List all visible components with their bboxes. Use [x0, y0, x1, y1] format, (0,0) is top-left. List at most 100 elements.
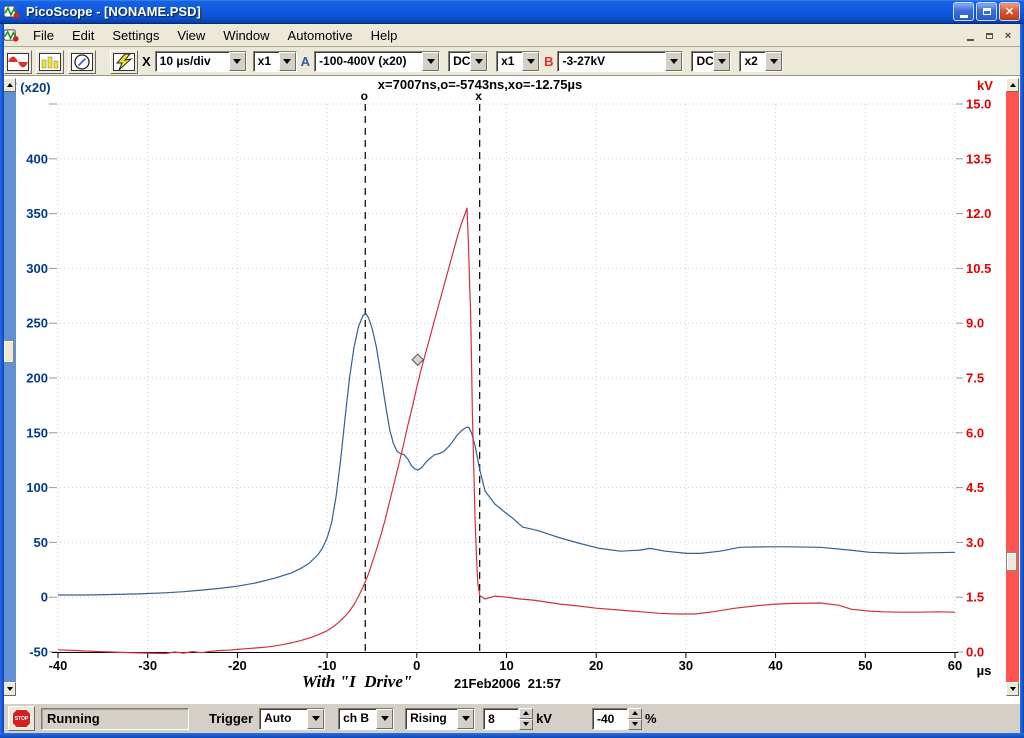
scroll-down-button[interactable] [3, 682, 16, 696]
channel-a-scroll-track[interactable] [3, 92, 16, 682]
spectrum-view-button[interactable] [36, 50, 64, 74]
minimize-button[interactable] [953, 2, 974, 21]
x-axis-tick-label: 30 [679, 658, 693, 673]
x-axis-tick-label: 20 [589, 658, 603, 673]
x-axis-tick-label: -30 [138, 658, 157, 673]
channel-b-coupling-select[interactable]: DC [691, 51, 731, 72]
title-bar[interactable]: PicoScope - [NONAME.PSD] ✕ [0, 0, 1024, 24]
left-axis-tick-label: 350 [26, 206, 48, 221]
dropdown-arrow-icon[interactable] [713, 52, 730, 71]
mdi-close-icon: × [1005, 30, 1011, 42]
menu-bar: FileEditSettingsViewWindowAutomotiveHelp… [0, 25, 1024, 47]
menu-item-settings[interactable]: Settings [103, 26, 168, 45]
picoscope-window: PicoScope - [NONAME.PSD] ✕ FileEditSetti… [0, 0, 1024, 738]
mdi-close-button[interactable]: × [1000, 29, 1016, 43]
channel-b-scroll-thumb[interactable] [1006, 552, 1017, 571]
x-axis-tick-label: 10 [499, 658, 513, 673]
meter-view-button[interactable] [68, 50, 96, 74]
scroll-up-button[interactable] [3, 78, 16, 92]
scope-view-button[interactable] [4, 50, 32, 74]
close-icon: ✕ [1005, 5, 1014, 18]
stop-button[interactable]: STOP [8, 706, 35, 731]
left-axis-tick-label: 250 [26, 316, 48, 331]
trigger-delay-spinner[interactable] [628, 708, 642, 730]
spin-up-button[interactable] [628, 708, 642, 719]
right-axis-tick-label: 7.5 [966, 371, 984, 386]
trigger-level-input[interactable]: 8 [483, 708, 519, 730]
channel-b-multiplier-select[interactable]: x2 [739, 51, 783, 72]
channel-a-multiplier-select[interactable]: x1 [496, 51, 540, 72]
trigger-marker-diamond[interactable] [412, 354, 423, 365]
right-axis-tick-label: 15.0 [966, 97, 991, 112]
dropdown-arrow-icon[interactable] [422, 52, 439, 71]
mdi-restore-button[interactable] [981, 29, 997, 43]
spin-down-button[interactable] [519, 719, 533, 730]
x-axis-tick-label: 0 [413, 658, 420, 673]
trigger-channel-select[interactable]: ch B [338, 708, 394, 730]
dropdown-arrow-icon[interactable] [279, 52, 296, 71]
trigger-button[interactable] [110, 50, 138, 74]
dropdown-arrow-icon[interactable] [470, 52, 487, 71]
channel-b-range-select[interactable]: -3-27kV [557, 51, 683, 72]
trigger-label: Trigger [209, 711, 253, 726]
arrow-up-icon [632, 711, 638, 715]
close-button[interactable]: ✕ [999, 2, 1020, 21]
x-axis-tick-label: 40 [768, 658, 782, 673]
dropdown-arrow-icon[interactable] [457, 709, 474, 729]
document-icon[interactable] [4, 28, 20, 44]
mdi-minimize-button[interactable] [962, 29, 978, 43]
channel-a-scroll-thumb[interactable] [3, 340, 14, 363]
right-axis-tick-label: 6.0 [966, 425, 984, 440]
chart-timestamp: 21Feb2006 21:57 [454, 676, 561, 691]
app-icon [4, 4, 20, 20]
left-axis-tick-label: 200 [26, 371, 48, 386]
status-bar: STOP Running Trigger Auto ch B Rising 8 … [4, 703, 1020, 733]
scope-waveform-icon [7, 53, 29, 71]
scroll-up-button[interactable] [1006, 78, 1019, 92]
channel-a-coupling-select[interactable]: DC [448, 51, 488, 72]
channel-a-range-select[interactable]: -100-400V (x20) [314, 51, 440, 72]
dropdown-arrow-icon[interactable] [522, 52, 539, 71]
left-axis-tick-label: 400 [26, 151, 48, 166]
left-axis-tick-label: 100 [26, 480, 48, 495]
spin-up-button[interactable] [519, 708, 533, 719]
trigger-edge-select[interactable]: Rising [405, 708, 475, 730]
left-axis-tick-label: -50 [29, 645, 48, 660]
window-border-bottom [0, 733, 1024, 738]
dropdown-arrow-icon[interactable] [765, 52, 782, 71]
channel-a-offset-scrollbar[interactable] [3, 78, 16, 696]
restore-button[interactable] [976, 2, 997, 21]
left-axis-tick-label: 150 [26, 425, 48, 440]
right-axis-unit-label: kV [977, 78, 993, 93]
trigger-delay-input[interactable]: -40 [592, 708, 628, 730]
window-border-right [1020, 24, 1024, 733]
channel-b-offset-scrollbar[interactable] [1006, 78, 1019, 696]
timebase-select[interactable]: 10 µs/div [155, 51, 247, 72]
menu-item-automotive[interactable]: Automotive [279, 26, 362, 45]
status-text: Running [47, 711, 100, 726]
dropdown-arrow-icon[interactable] [307, 709, 324, 729]
right-axis-tick-label: 3.0 [966, 535, 984, 550]
dropdown-arrow-icon[interactable] [229, 52, 246, 71]
right-axis-tick-label: 1.5 [966, 590, 984, 605]
menu-item-window[interactable]: Window [214, 26, 278, 45]
menu-item-view[interactable]: View [168, 26, 214, 45]
trigger-mode-select[interactable]: Auto [259, 708, 325, 730]
acquisition-status: Running [41, 708, 189, 730]
dropdown-arrow-icon[interactable] [665, 52, 682, 71]
menu-item-edit[interactable]: Edit [63, 26, 103, 45]
menu-item-file[interactable]: File [24, 26, 63, 45]
mdi-window-buttons: × [962, 29, 1016, 43]
trigger-level-spinner[interactable] [519, 708, 533, 730]
menu-item-help[interactable]: Help [362, 26, 407, 45]
chart-annotation: With "I Drive" [302, 672, 412, 692]
spin-down-button[interactable] [628, 719, 642, 730]
x-multiplier-select[interactable]: x1 [253, 51, 297, 72]
waveform-chart[interactable]: 15.040013.535012.030010.52509.02007.5150… [0, 76, 1024, 703]
scroll-down-button[interactable] [1006, 682, 1019, 696]
arrow-up-icon [7, 83, 13, 87]
channel-a-label: A [301, 54, 310, 69]
dropdown-arrow-icon[interactable] [376, 709, 393, 729]
channel-b-scroll-track[interactable] [1006, 92, 1019, 682]
right-axis-tick-label: 0.0 [966, 645, 984, 660]
